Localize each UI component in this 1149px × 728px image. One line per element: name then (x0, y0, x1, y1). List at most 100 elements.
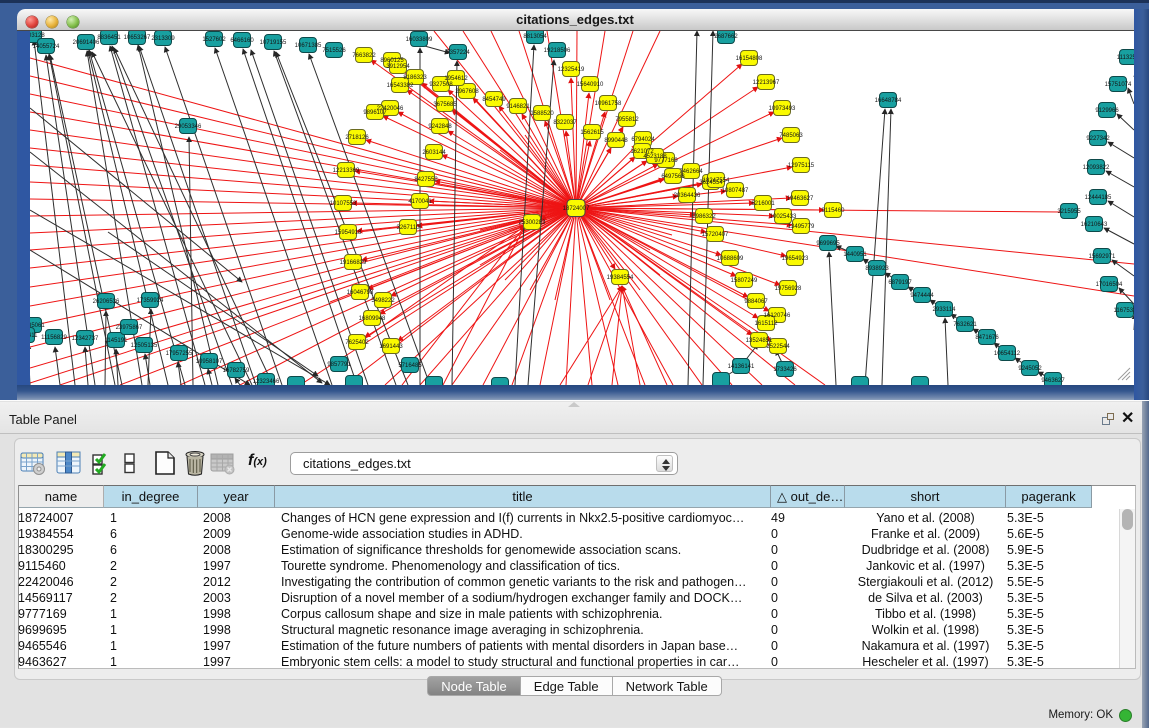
svg-text:16782759: 16782759 (223, 368, 250, 374)
svg-text:5716485: 5716485 (398, 363, 422, 369)
svg-text:15720407: 15720407 (702, 232, 729, 238)
svg-text:25300283: 25300283 (519, 220, 546, 226)
svg-text:9884067: 9884067 (744, 299, 768, 305)
svg-text:2967608: 2967608 (455, 89, 479, 95)
svg-text:6794024: 6794024 (631, 137, 655, 143)
svg-text:1615112: 1615112 (755, 321, 779, 327)
svg-text:10654112: 10654112 (994, 351, 1021, 357)
svg-text:9129966: 9129966 (1095, 108, 1119, 114)
svg-text:8990448: 8990448 (604, 138, 628, 144)
svg-text:2313309: 2313309 (151, 36, 175, 42)
svg-text:14136141: 14136141 (728, 364, 755, 370)
svg-text:12213369: 12213369 (333, 168, 360, 174)
svg-text:2687662: 2687662 (714, 34, 738, 40)
svg-text:1527602: 1527602 (202, 37, 226, 43)
svg-text:2522544: 2522544 (766, 344, 790, 350)
svg-text:9242848: 9242848 (428, 124, 452, 130)
svg-text:12975115: 12975115 (788, 163, 815, 169)
svg-text:3915411: 3915411 (30, 333, 38, 339)
svg-text:6879197: 6879197 (888, 280, 912, 286)
svg-text:1954612: 1954612 (444, 76, 468, 82)
svg-text:1588520: 1588520 (530, 111, 554, 117)
svg-text:20691406: 20691406 (73, 40, 100, 46)
svg-text:7357224: 7357224 (446, 50, 470, 56)
svg-text:7515526: 7515526 (322, 48, 346, 54)
svg-text:19218506: 19218506 (544, 48, 571, 54)
svg-text:7955812: 7955812 (615, 117, 639, 123)
svg-text:1691443: 1691443 (379, 344, 403, 350)
svg-text:15640910: 15640910 (577, 82, 604, 88)
svg-text:1562615: 1562615 (580, 130, 604, 136)
svg-text:2933114: 2933114 (933, 307, 957, 313)
svg-text:23975867: 23975867 (116, 325, 143, 331)
svg-text:12444185: 12444185 (1085, 195, 1112, 201)
svg-text:17957255: 17957255 (166, 351, 193, 357)
svg-text:9474444: 9474444 (910, 293, 934, 299)
svg-text:8454749: 8454749 (482, 97, 506, 103)
svg-text:16809948: 16809948 (359, 316, 386, 322)
svg-text:15751074: 15751074 (1105, 82, 1132, 88)
svg-text:20364436: 20364436 (674, 193, 701, 199)
svg-text:1903128: 1903128 (30, 33, 45, 39)
svg-text:19384554: 19384554 (607, 275, 634, 281)
svg-text:9896107: 9896107 (363, 110, 387, 116)
svg-text:7485063: 7485063 (779, 133, 803, 139)
svg-text:16543382: 16543382 (387, 83, 414, 89)
svg-text:16210643: 16210643 (1081, 222, 1108, 228)
svg-text:1145191: 1145191 (105, 338, 129, 344)
svg-text:19654923: 19654923 (782, 256, 809, 262)
svg-text:16033809: 16033809 (406, 37, 433, 43)
svg-text:6466160: 6466160 (230, 38, 254, 44)
svg-text:10107553: 10107553 (330, 201, 357, 207)
svg-text:10653267: 10653267 (124, 35, 151, 41)
svg-text:7625402: 7625402 (345, 340, 369, 346)
svg-text:9857791: 9857791 (327, 362, 351, 368)
svg-text:4523188: 4523188 (643, 154, 667, 160)
svg-text:2603144: 2603144 (422, 150, 446, 156)
svg-text:8813054: 8813054 (523, 34, 547, 40)
svg-text:17359924: 17359924 (137, 298, 164, 304)
svg-text:7935061: 7935061 (30, 323, 45, 329)
svg-text:11156829: 11156829 (41, 335, 67, 341)
svg-text:3267110: 3267110 (397, 225, 421, 231)
svg-text:9115460: 9115460 (822, 208, 846, 214)
svg-text:16648784: 16648784 (875, 98, 902, 104)
svg-text:8836451: 8836451 (97, 35, 121, 41)
svg-text:2718126: 2718126 (345, 135, 369, 141)
svg-text:19463627: 19463627 (787, 196, 814, 202)
svg-text:10688609: 10688609 (717, 256, 744, 262)
svg-text:10973493: 10973493 (769, 106, 796, 112)
svg-text:9463627: 9463627 (1041, 378, 1065, 384)
svg-text:8186323: 8186323 (403, 75, 427, 81)
svg-text:18247554: 18247554 (703, 178, 730, 184)
svg-text:10958107: 10958107 (196, 359, 223, 365)
svg-text:8471676: 8471676 (975, 335, 999, 341)
svg-text:18724007: 18724007 (563, 206, 590, 212)
svg-text:1167533: 1167533 (1114, 308, 1134, 314)
svg-text:6497568: 6497568 (661, 174, 685, 180)
svg-text:10025433: 10025433 (770, 214, 797, 220)
svg-text:9146821: 9146821 (506, 104, 530, 110)
svg-text:29053346: 29053346 (175, 124, 202, 130)
svg-text:4170041: 4170041 (408, 199, 432, 205)
svg-text:16046798: 16046798 (347, 290, 374, 296)
svg-text:5498222: 5498222 (371, 298, 395, 304)
svg-text:9227342: 9227342 (1086, 136, 1110, 142)
svg-text:9699695: 9699695 (816, 241, 840, 247)
svg-text:19166829: 19166829 (340, 260, 367, 266)
svg-text:12213967: 12213967 (753, 80, 780, 86)
svg-text:7632621: 7632621 (953, 322, 977, 328)
svg-text:8938923: 8938923 (865, 266, 889, 272)
svg-text:16154808: 16154808 (736, 56, 763, 62)
svg-text:3675685: 3675685 (433, 102, 457, 108)
svg-text:15954918: 15954918 (335, 230, 362, 236)
svg-text:12093822: 12093822 (1083, 165, 1110, 171)
svg-text:1733426: 1733426 (773, 367, 797, 373)
svg-text:3215955: 3215955 (1057, 209, 1081, 215)
svg-text:16120746: 16120746 (764, 313, 791, 319)
svg-text:15692971: 15692971 (1089, 254, 1116, 260)
svg-text:10961758: 10961758 (595, 101, 622, 107)
svg-text:8427552: 8427552 (414, 177, 438, 183)
svg-text:26206536: 26206536 (93, 299, 120, 305)
svg-text:7986322: 7986322 (692, 214, 716, 220)
